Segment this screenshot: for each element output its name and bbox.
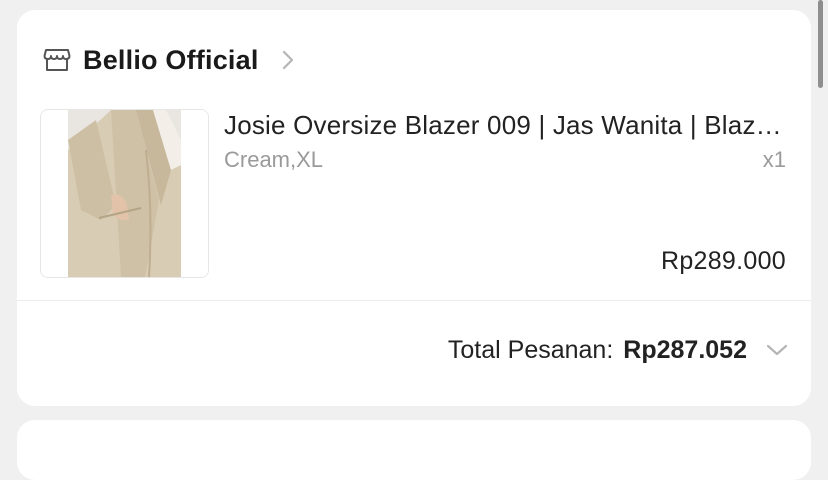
product-variant: Cream,XL xyxy=(224,147,324,172)
next-card xyxy=(17,420,811,480)
order-card: Bellio Official Josie Oversize Blazer 00… xyxy=(17,10,811,406)
product-image[interactable] xyxy=(40,109,209,278)
product-price: Rp289.000 xyxy=(660,247,786,275)
shop-icon xyxy=(43,46,71,74)
order-total-label: Total Pesanan: xyxy=(447,335,614,364)
product-title[interactable]: Josie Oversize Blazer 009 | Jas Wanita |… xyxy=(224,110,789,141)
product-quantity: x1 xyxy=(762,147,786,172)
order-total-row[interactable]: Total Pesanan: Rp287.052 xyxy=(448,332,789,368)
chevron-right-icon[interactable] xyxy=(281,49,295,71)
chevron-down-icon[interactable] xyxy=(765,342,789,358)
divider xyxy=(17,300,811,301)
order-total-value: Rp287.052 xyxy=(623,335,747,364)
shop-name[interactable]: Bellio Official xyxy=(83,45,259,76)
scrollbar[interactable] xyxy=(818,0,823,88)
order-screen: { "shop": { "name": "Bellio Official", "… xyxy=(0,0,828,480)
shop-header[interactable]: Bellio Official xyxy=(43,40,295,80)
